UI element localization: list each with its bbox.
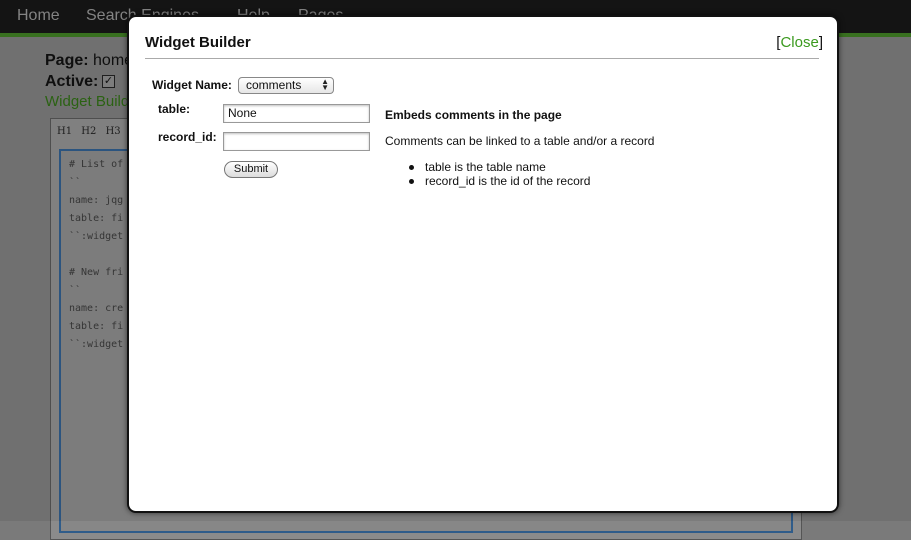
table-label: table:	[158, 102, 191, 116]
close-control: [Close]	[776, 34, 823, 51]
close-link[interactable]: Close	[780, 34, 818, 51]
select-arrows-icon: ▲ ▼	[321, 77, 329, 92]
list-item: table is the table name	[409, 160, 590, 174]
widget-name-label: Widget Name:	[152, 78, 232, 92]
record-id-label: record_id:	[158, 130, 217, 144]
list-item: record_id is the id of the record	[409, 174, 590, 188]
record-id-input[interactable]	[223, 132, 370, 151]
table-input[interactable]: None	[223, 104, 370, 123]
widget-description-text: Comments can be linked to a table and/or…	[385, 134, 655, 148]
title-divider	[145, 58, 819, 59]
widget-description-list: table is the table name record_id is the…	[409, 160, 590, 188]
widget-name-select[interactable]: comments ▲ ▼	[238, 77, 334, 94]
widget-description-title: Embeds comments in the page	[385, 108, 562, 122]
modal-title: Widget Builder	[145, 34, 251, 51]
close-bracket-end: ]	[818, 34, 823, 51]
widget-name-selected: comments	[246, 78, 302, 92]
widget-builder-modal: Widget Builder [Close] Widget Name: comm…	[127, 15, 839, 513]
submit-button[interactable]: Submit	[224, 161, 278, 178]
